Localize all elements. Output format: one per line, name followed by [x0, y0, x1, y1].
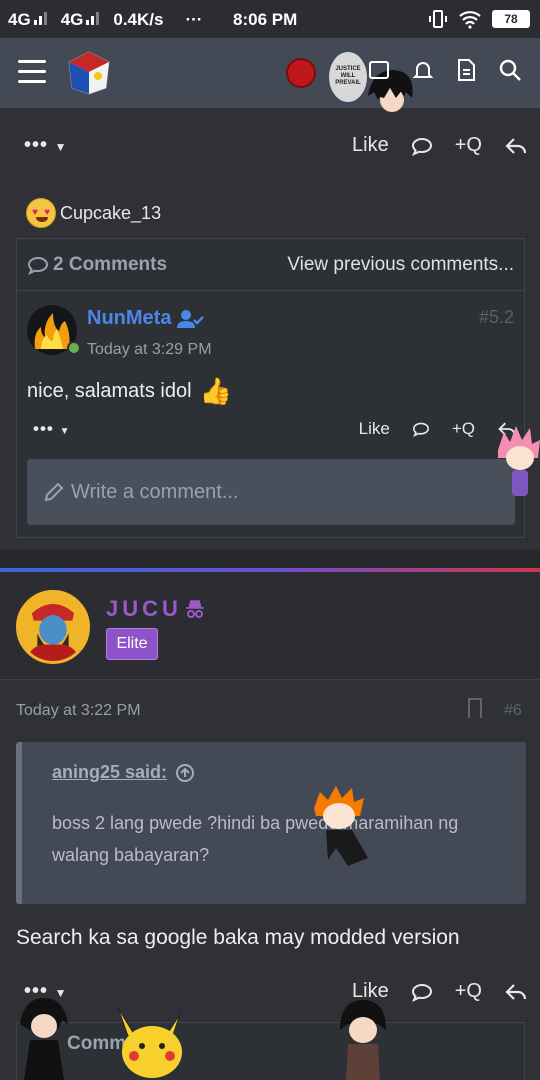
quote-button[interactable]: +Q: [455, 134, 482, 157]
quote-block: aning25 said: boss 2 lang pwede ?hindi b…: [16, 742, 526, 904]
wifi-icon: [459, 11, 481, 29]
comments-box: 2 Comments View previous comments... Nun…: [16, 238, 525, 538]
more-options-button[interactable]: ••• ▼: [24, 134, 67, 157]
comment-timestamp[interactable]: Today at 3:29 PM: [87, 341, 212, 359]
post-item: JUCU Elite Today at 3:22 PM #6 aning25 s…: [0, 572, 540, 1080]
user-avatar-icon: [19, 593, 87, 661]
quote-text: boss 2 lang pwede ?hindi ba pwede marami…: [52, 813, 459, 865]
write-comment-placeholder: Write a comment...: [71, 480, 239, 503]
write-comment-input[interactable]: Write a comment...: [27, 459, 515, 525]
document-icon[interactable]: [456, 58, 476, 82]
comment-reply-bubble-icon[interactable]: [412, 421, 430, 437]
incognito-icon: [185, 600, 204, 618]
post-actions-bar: ••• ▼ Like +Q: [24, 134, 528, 157]
post-separator: [0, 550, 540, 568]
red-seal-icon: [286, 58, 316, 88]
site-logo[interactable]: [66, 50, 112, 96]
post-timestamp[interactable]: Today at 3:22 PM: [16, 702, 141, 720]
comment-item: NunMeta #5.2 Today at 3:29 PM nice, sala…: [17, 291, 524, 456]
pink-hair-anime-sticker-icon: [498, 426, 540, 496]
comment-author[interactable]: NunMeta: [87, 307, 205, 330]
search-icon[interactable]: [498, 58, 522, 82]
battery-indicator: 78: [492, 10, 530, 28]
menu-icon[interactable]: [18, 60, 46, 84]
comment-author-name[interactable]: NunMeta: [87, 307, 171, 330]
avatar[interactable]: [16, 590, 90, 664]
black-hair-anime-sticker-icon: [20, 998, 68, 1080]
reaction-summary[interactable]: ♥ ♥ Cupcake_13: [26, 198, 161, 228]
comment-body: nice, salamats idol 👍: [27, 376, 232, 407]
inbox-icon[interactable]: [368, 59, 390, 81]
clock: 8:06 PM: [233, 10, 298, 29]
post-user-header: JUCU Elite: [0, 572, 540, 680]
view-previous-comments-link[interactable]: View previous comments...: [287, 254, 514, 276]
network-indicator-1: 4G: [8, 10, 47, 30]
vibrate-icon: [429, 10, 447, 28]
bookmark-icon[interactable]: [468, 698, 482, 718]
comment-bubble-icon: [27, 256, 49, 275]
heart-eyes-emoji-icon: ♥ ♥: [26, 198, 56, 228]
online-status-dot: [67, 341, 81, 355]
app-header: JUSTICE WILL PREVAIL: [0, 38, 540, 112]
comment-actions-bar: ••• ▼ Like +Q: [33, 419, 517, 439]
network-indicator-2: 4G: [61, 10, 100, 30]
thumbs-up-emoji-icon: 👍: [199, 376, 232, 406]
comment-number[interactable]: #5.2: [479, 307, 514, 328]
comment-more-options-button[interactable]: ••• ▼: [33, 419, 71, 439]
pencil-icon: [44, 482, 64, 502]
pikachu-sticker-icon: [117, 1007, 182, 1078]
comment-text: nice, salamats idol: [27, 380, 192, 402]
quote-author-link[interactable]: aning25 said:: [52, 762, 496, 783]
post-comments-box: Comm: [16, 1022, 525, 1080]
more-indicators: ···: [185, 10, 203, 29]
comment-like-button[interactable]: Like: [359, 419, 390, 439]
quote-author[interactable]: aning25 said:: [52, 762, 167, 783]
post-author[interactable]: JUCU: [106, 596, 206, 622]
post-comment-icon[interactable]: [411, 982, 433, 1002]
justice-text: JUSTICE WILL PREVAIL: [335, 66, 361, 86]
post-author-name[interactable]: JUCU: [106, 596, 182, 622]
orange-hair-anime-sticker-icon: [314, 786, 368, 866]
network-speed: 0.4K/s: [113, 10, 164, 29]
comment-quote-button[interactable]: +Q: [452, 419, 475, 439]
user-title-badge: Elite: [106, 628, 158, 660]
status-bar: 4G 4G 0.4K/s ··· 8:06 PM 78: [0, 0, 540, 38]
comments-header: 2 Comments View previous comments...: [17, 239, 524, 291]
comments-count[interactable]: 2 Comments: [27, 254, 167, 276]
post-reply-icon[interactable]: [504, 982, 528, 1002]
reaction-username[interactable]: Cupcake_13: [60, 203, 161, 224]
comments-count-label: 2 Comments: [53, 253, 168, 275]
short-hair-anime-sticker-icon: [340, 1000, 386, 1080]
verified-user-icon: [177, 309, 205, 328]
comment-icon[interactable]: [411, 136, 433, 156]
arrow-up-circle-icon[interactable]: [175, 763, 195, 783]
post-quote-button[interactable]: +Q: [455, 980, 482, 1003]
post-actions-bar-2: ••• ▼ Like +Q: [24, 980, 528, 1003]
like-button[interactable]: Like: [352, 134, 389, 157]
post-body: Search ka sa google baka may modded vers…: [16, 926, 460, 949]
reply-icon[interactable]: [504, 136, 528, 156]
notification-bell-icon[interactable]: [412, 59, 434, 81]
post-number[interactable]: #6: [504, 702, 522, 720]
